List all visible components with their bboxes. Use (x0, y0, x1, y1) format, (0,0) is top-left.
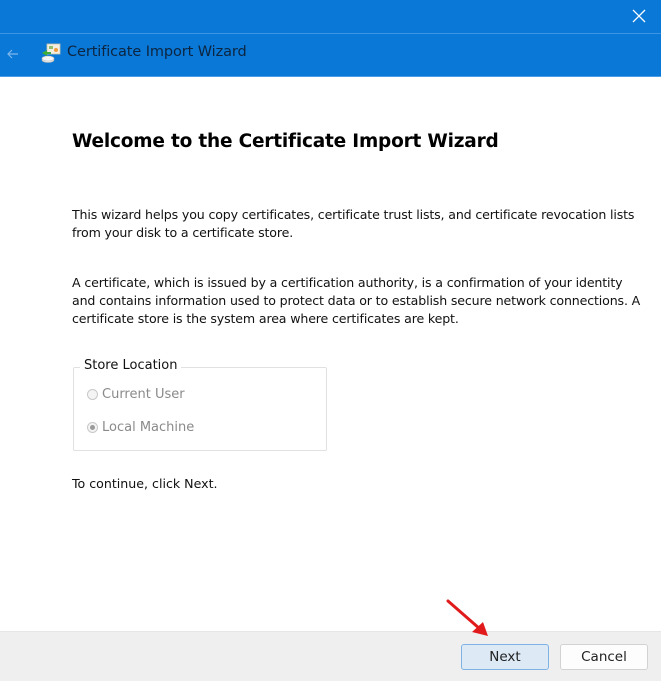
back-arrow-icon (7, 49, 18, 59)
certificate-wizard-icon (40, 42, 62, 64)
store-location-group (73, 367, 327, 451)
back-button[interactable] (6, 46, 20, 60)
radio-label: Current User (102, 387, 185, 402)
radio-button[interactable] (87, 389, 98, 400)
close-button[interactable] (627, 4, 651, 28)
description-paragraph: A certificate, which is issued by a cert… (72, 275, 641, 326)
radio-current-user[interactable]: Current User (87, 387, 185, 402)
intro-paragraph: This wizard helps you copy certificates,… (72, 207, 635, 240)
close-icon (632, 9, 646, 23)
radio-label: Local Machine (102, 420, 195, 435)
store-location-label: Store Location (80, 358, 182, 373)
radio-button[interactable] (87, 422, 98, 433)
wizard-footer: Next Cancel (0, 631, 661, 681)
wizard-title: Certificate Import Wizard (67, 44, 247, 60)
wizard-header: Certificate Import Wizard (0, 34, 661, 77)
cancel-button[interactable]: Cancel (560, 644, 648, 670)
radio-local-machine[interactable]: Local Machine (87, 420, 194, 435)
window-title-bar (0, 0, 661, 33)
page-heading: Welcome to the Certificate Import Wizard (72, 131, 499, 152)
next-button[interactable]: Next (461, 644, 549, 670)
continue-instruction: To continue, click Next. (72, 476, 218, 491)
wizard-content: Welcome to the Certificate Import Wizard… (0, 77, 661, 631)
